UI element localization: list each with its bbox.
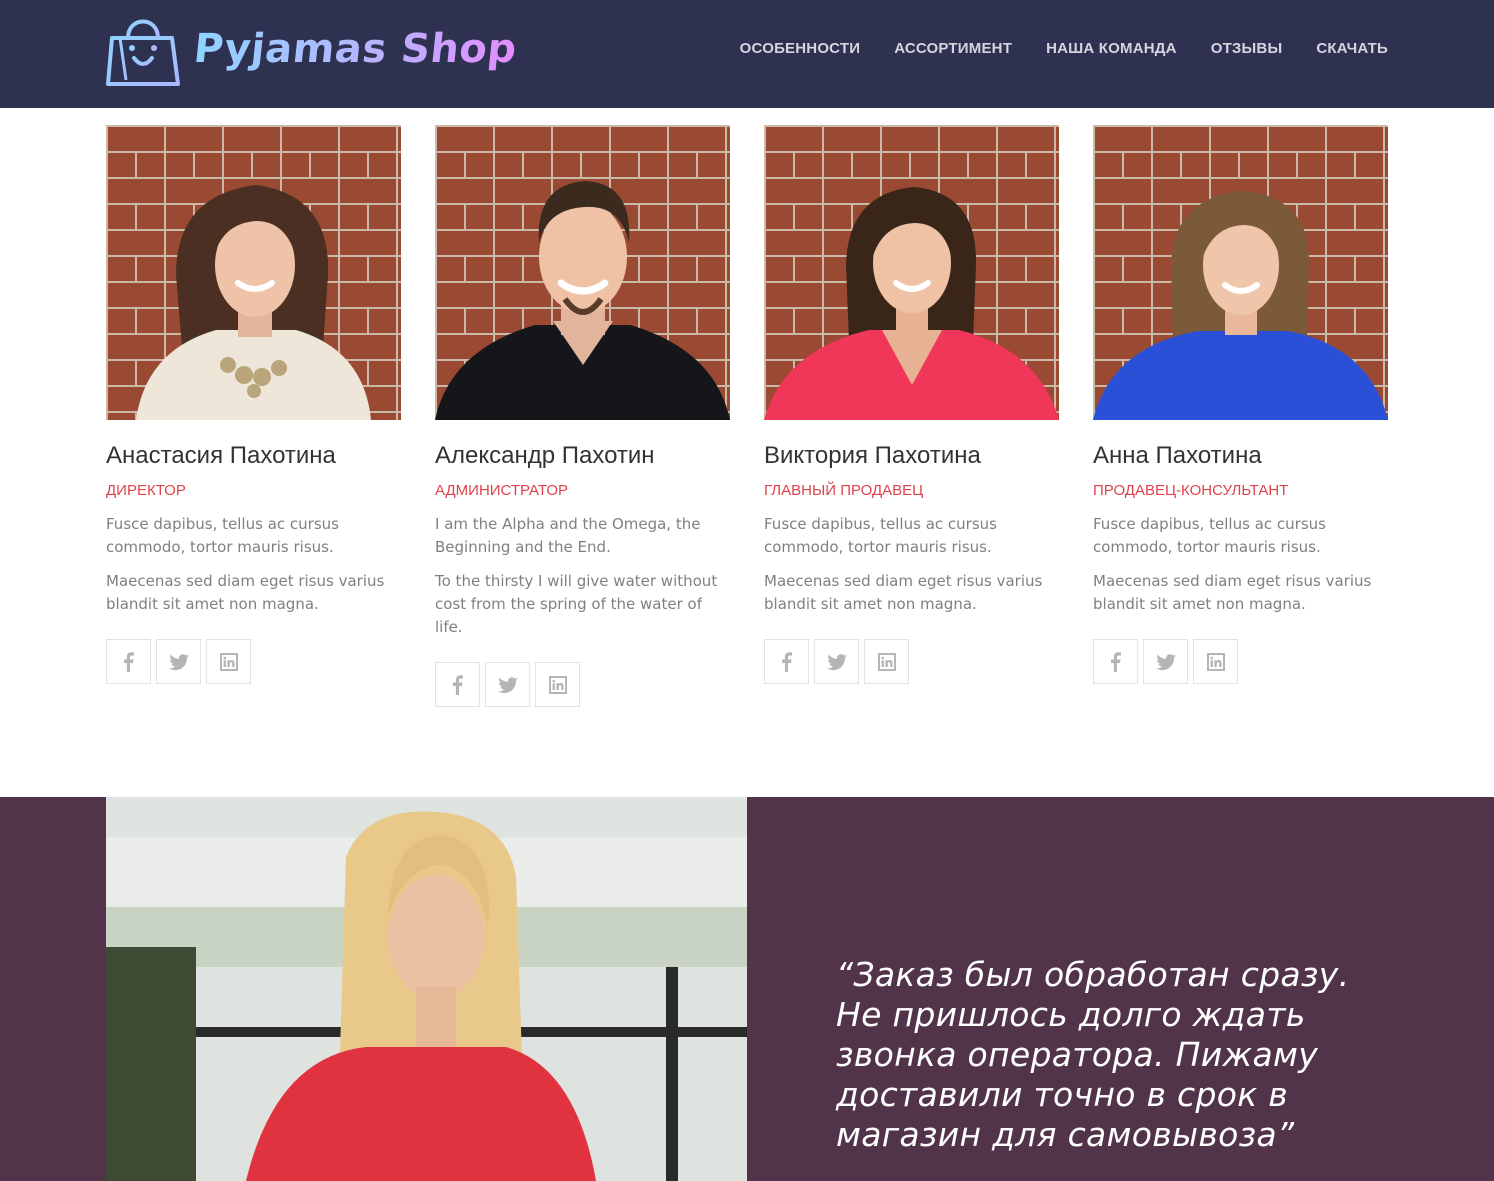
- linkedin-icon[interactable]: [206, 639, 251, 684]
- team-member-bio-line: Maecenas sed diam eget risus varius blan…: [1093, 572, 1372, 613]
- team-member-bio-line: Maecenas sed diam eget risus varius blan…: [106, 572, 385, 613]
- brand-name: Pyjamas Shop: [191, 26, 520, 72]
- team-member-photo: [764, 125, 1059, 420]
- testimonial-section: “Заказ был обработан сразу. Не пришлось …: [0, 797, 1494, 1181]
- testimonial-quote: “Заказ был обработан сразу. Не пришлось …: [836, 955, 1350, 1154]
- facebook-icon[interactable]: [1093, 639, 1138, 684]
- team-member-bio-line: I am the Alpha and the Omega, the Beginn…: [435, 515, 701, 556]
- nav-item-assortment[interactable]: АССОРТИМЕНТ: [894, 40, 1012, 57]
- twitter-icon[interactable]: [156, 639, 201, 684]
- team-member-bio: Fusce dapibus, tellus ac cursus commodo,…: [1093, 513, 1388, 616]
- team-member-name: Виктория Пахотина: [764, 442, 981, 469]
- team-member-card: Виктория Пахотина Главный продавец Fusce…: [764, 125, 1059, 684]
- facebook-icon[interactable]: [764, 639, 809, 684]
- team-member-name: Анна Пахотина: [1093, 442, 1262, 469]
- twitter-icon[interactable]: [814, 639, 859, 684]
- linkedin-icon[interactable]: [864, 639, 909, 684]
- team-member-bio: Fusce dapibus, tellus ac cursus commodo,…: [764, 513, 1059, 616]
- team-member-bio: I am the Alpha and the Omega, the Beginn…: [435, 513, 730, 639]
- team-member-role: Главный продавец: [764, 482, 924, 499]
- team-member-photo: [435, 125, 730, 420]
- nav-item-team[interactable]: НАША КОМАНДА: [1046, 40, 1177, 57]
- twitter-icon[interactable]: [1143, 639, 1188, 684]
- facebook-icon[interactable]: [106, 639, 151, 684]
- team-member-role: Администратор: [435, 482, 569, 499]
- team-member-card: Анастасия Пахотина Директор Fusce dapibu…: [106, 125, 401, 684]
- team-member-card: Александр Пахотин Администратор I am the…: [435, 125, 730, 707]
- team-member-name: Анастасия Пахотина: [106, 442, 336, 469]
- nav-item-features[interactable]: ОСОБЕННОСТИ: [740, 40, 861, 57]
- main-nav: ОСОБЕННОСТИ АССОРТИМЕНТ НАША КОМАНДА ОТЗ…: [740, 40, 1388, 57]
- team-member-bio-line: Fusce dapibus, tellus ac cursus commodo,…: [1093, 515, 1326, 556]
- team-section: Анастасия Пахотина Директор Fusce dapibu…: [106, 125, 1388, 707]
- team-member-name: Александр Пахотин: [435, 442, 655, 469]
- nav-item-reviews[interactable]: ОТЗЫВЫ: [1211, 40, 1283, 57]
- logo[interactable]: Pyjamas Shop: [106, 10, 520, 88]
- team-member-photo: [1093, 125, 1388, 420]
- shopping-bag-icon: [106, 19, 180, 86]
- facebook-icon[interactable]: [435, 662, 480, 707]
- nav-item-download[interactable]: СКАЧАТЬ: [1316, 40, 1388, 57]
- site-header: Pyjamas Shop ОСОБЕННОСТИ АССОРТИМЕНТ НАШ…: [0, 0, 1494, 108]
- team-member-role: Продавец-консультант: [1093, 482, 1289, 499]
- testimonial-photo: [106, 797, 747, 1181]
- linkedin-icon[interactable]: [535, 662, 580, 707]
- social-links: [764, 639, 1059, 684]
- social-links: [1093, 639, 1388, 684]
- team-member-role: Директор: [106, 482, 186, 499]
- linkedin-icon[interactable]: [1193, 639, 1238, 684]
- team-member-card: Анна Пахотина Продавец-консультант Fusce…: [1093, 125, 1388, 684]
- team-member-photo: [106, 125, 401, 420]
- team-member-bio-line: Maecenas sed diam eget risus varius blan…: [764, 572, 1043, 613]
- team-member-bio: Fusce dapibus, tellus ac cursus commodo,…: [106, 513, 401, 616]
- team-member-bio-line: To the thirsty I will give water without…: [435, 572, 718, 636]
- social-links: [106, 639, 401, 684]
- team-member-bio-line: Fusce dapibus, tellus ac cursus commodo,…: [764, 515, 997, 556]
- twitter-icon[interactable]: [485, 662, 530, 707]
- team-member-bio-line: Fusce dapibus, tellus ac cursus commodo,…: [106, 515, 339, 556]
- social-links: [435, 662, 730, 707]
